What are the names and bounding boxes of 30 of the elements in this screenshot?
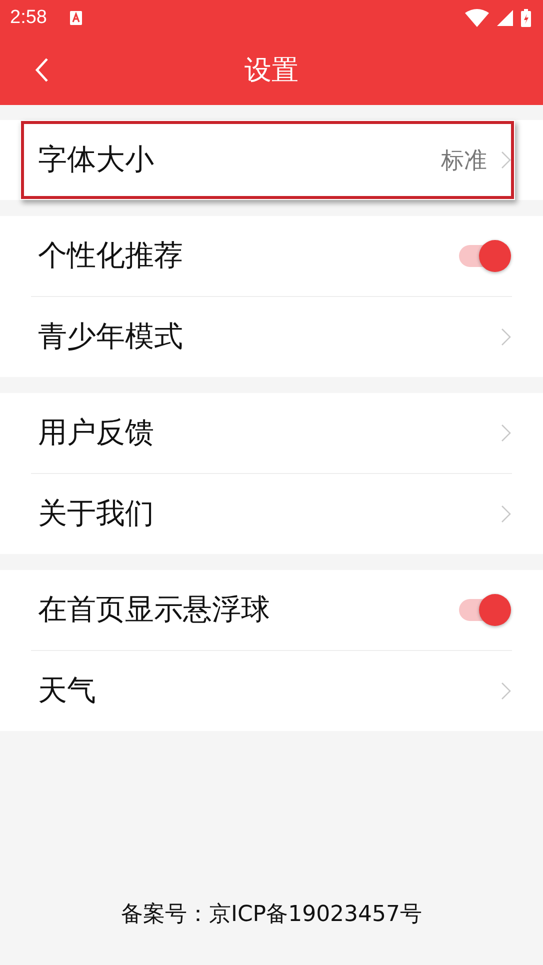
- chevron-icon: [501, 151, 511, 169]
- settings-row[interactable]: 字体大小 标准: [20, 120, 515, 200]
- page-title: 设置: [244, 54, 298, 88]
- row-label: 天气: [38, 672, 97, 709]
- row-label: 在首页显示悬浮球: [38, 591, 271, 628]
- settings-row[interactable]: 青少年模式: [0, 297, 543, 377]
- signal-icon: [497, 10, 513, 26]
- toggle-switch[interactable]: [457, 594, 511, 626]
- row-value: 标准: [441, 146, 487, 176]
- row-label: 青少年模式: [38, 318, 184, 355]
- chevron-icon: [501, 424, 511, 442]
- chevron-icon: [501, 328, 511, 346]
- settings-row[interactable]: 用户反馈: [0, 393, 543, 473]
- settings-row[interactable]: 个性化推荐: [0, 216, 543, 296]
- wifi-icon: [465, 8, 489, 26]
- row-label: 个性化推荐: [38, 237, 184, 274]
- status-time: 2:58: [10, 6, 47, 28]
- row-label: 关于我们: [38, 495, 155, 532]
- toggle-switch[interactable]: [457, 240, 511, 272]
- settings-row[interactable]: 在首页显示悬浮球: [0, 570, 543, 650]
- row-label: 字体大小: [38, 141, 155, 178]
- row-label: 用户反馈: [38, 414, 155, 451]
- chevron-icon: [501, 682, 511, 700]
- notification-icon: [68, 10, 83, 26]
- footer-text: 备案号：京ICP备19023457号: [120, 901, 422, 929]
- settings-row[interactable]: 天气: [0, 651, 543, 731]
- chevron-icon: [501, 505, 511, 523]
- settings-row[interactable]: 关于我们: [0, 474, 543, 554]
- back-icon[interactable]: [34, 57, 50, 83]
- battery-icon: [521, 8, 531, 26]
